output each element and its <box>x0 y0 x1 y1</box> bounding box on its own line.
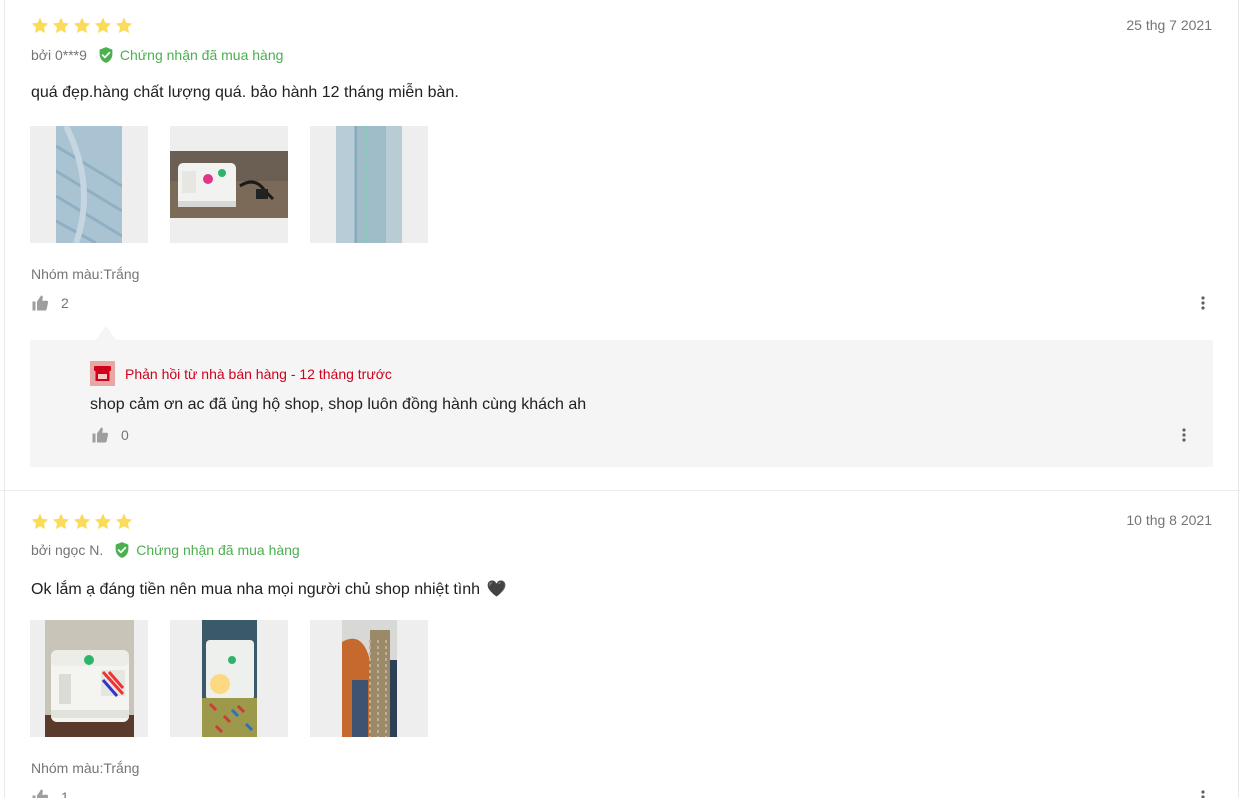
rating-stars <box>30 512 134 532</box>
review-date: 25 thg 7 2021 <box>1126 17 1212 33</box>
review-like-button[interactable]: 2 <box>31 294 69 312</box>
star-icon <box>115 513 133 530</box>
more-vertical-icon <box>1201 790 1205 798</box>
review-image-sewing-machine-lit[interactable] <box>170 620 288 737</box>
review-content: quá đẹp.hàng chất lượng quá. bảo hành 12… <box>31 84 459 101</box>
review-author: bởi 0***9 <box>31 47 87 63</box>
thumbs-up-icon <box>32 295 49 311</box>
review-image-fabric-seam[interactable] <box>310 126 428 243</box>
like-count: 2 <box>61 295 69 311</box>
review-item: 25 thg 7 2021 bởi 0***9 Chứng nhận đã mu… <box>0 0 1240 490</box>
review-like-button[interactable]: 1 <box>31 788 69 798</box>
rating-stars <box>30 16 134 36</box>
review-item: 10 thg 8 2021 bởi ngọc N. Chứng nhận đã … <box>0 490 1240 798</box>
seller-reply-content: shop cảm ơn ac đã ủng hộ shop, shop luôn… <box>90 396 587 413</box>
shield-check-icon <box>99 47 113 63</box>
seller-reply-title: Phản hồi từ nhà bán hàng - 12 tháng trướ… <box>125 365 392 382</box>
thumbs-up-icon <box>32 789 49 798</box>
sku-info: Nhóm màu:Trắng <box>31 760 140 776</box>
star-icon <box>31 513 49 530</box>
review-more-options[interactable] <box>1193 293 1213 313</box>
sku-info: Nhóm màu:Trắng <box>31 266 140 282</box>
review-image-sewing-in-progress[interactable] <box>310 620 428 737</box>
review-byline: bởi ngọc N. Chứng nhận đã mua hàng <box>31 541 300 559</box>
star-icon <box>94 17 112 34</box>
more-vertical-icon <box>1201 296 1205 310</box>
verified-label: Chứng nhận đã mua hàng <box>136 542 300 558</box>
heart-emoji: 🖤 <box>486 581 507 598</box>
thumbs-up-icon <box>92 427 109 443</box>
review-image-sewing-machine-front[interactable] <box>30 620 148 737</box>
review-content: Ok lắm ạ đáng tiền nên mua nha mọi người… <box>31 579 506 599</box>
review-date: 10 thg 8 2021 <box>1126 512 1212 528</box>
star-icon <box>73 513 91 530</box>
more-vertical-icon <box>1182 428 1186 442</box>
review-byline: bởi 0***9 Chứng nhận đã mua hàng <box>31 46 283 64</box>
like-count: 0 <box>121 427 129 443</box>
shop-avatar <box>90 361 115 386</box>
star-icon <box>115 17 133 34</box>
seller-reply: Phản hồi từ nhà bán hàng - 12 tháng trướ… <box>30 326 1213 467</box>
review-author: bởi ngọc N. <box>31 542 104 558</box>
review-image-fabric-stitch[interactable] <box>30 126 148 243</box>
star-icon <box>73 17 91 34</box>
like-count: 1 <box>61 789 69 798</box>
star-icon <box>52 513 70 530</box>
star-icon <box>52 17 70 34</box>
seller-reply-header: Phản hồi từ nhà bán hàng - 12 tháng trướ… <box>90 361 392 386</box>
seller-reply-more-options[interactable] <box>1174 425 1194 445</box>
review-image-list <box>30 620 428 737</box>
review-content-text: Ok lắm ạ đáng tiền nên mua nha mọi người… <box>31 581 481 598</box>
review-more-options[interactable] <box>1193 787 1213 798</box>
shield-check-icon <box>115 542 129 558</box>
storefront-icon <box>94 366 111 381</box>
seller-reply-like-button[interactable]: 0 <box>91 426 129 444</box>
review-image-list <box>30 126 428 243</box>
star-icon <box>94 513 112 530</box>
reply-pointer <box>96 326 116 340</box>
star-icon <box>31 17 49 34</box>
verified-label: Chứng nhận đã mua hàng <box>119 47 284 63</box>
verified-purchase-badge: Chứng nhận đã mua hàng <box>113 541 300 559</box>
review-image-sewing-machine[interactable] <box>170 126 288 243</box>
verified-purchase-badge: Chứng nhận đã mua hàng <box>97 46 284 64</box>
